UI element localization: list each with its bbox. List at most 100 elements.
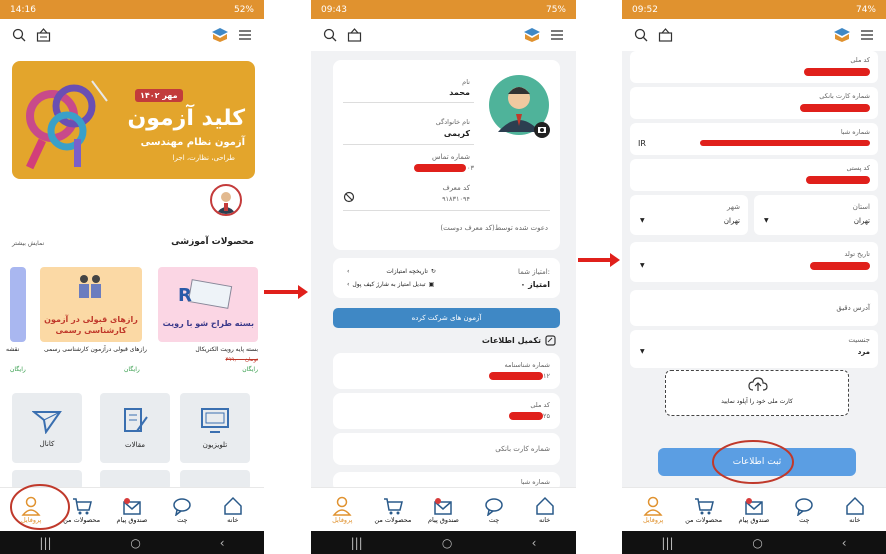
app-logo-icon: [212, 28, 228, 42]
product-card[interactable]: [10, 267, 26, 342]
nav-inbox[interactable]: صندوق پیام: [110, 496, 154, 524]
recents-icon[interactable]: |||: [661, 536, 673, 550]
menu-icon[interactable]: [238, 29, 252, 41]
status-bar: 09:52 74%: [622, 0, 886, 19]
redaction-icon: [804, 68, 870, 76]
nav-home[interactable]: خانه: [523, 496, 567, 524]
tile-label: مقالات: [124, 441, 145, 449]
cart-icon: [72, 497, 92, 514]
tv-icon: [201, 408, 229, 433]
national-code-field[interactable]: کد ملی ۲۵: [333, 393, 560, 429]
nav-home[interactable]: خانه: [833, 496, 877, 524]
keys-illustration-icon: [26, 80, 108, 170]
status-bar: 09:43 75%: [311, 0, 576, 19]
basket-icon[interactable]: [36, 28, 51, 42]
profile-highlight-circle-icon: [10, 484, 70, 530]
city-select[interactable]: شهر تهران ▼: [630, 195, 748, 235]
province-select[interactable]: استان تهران ▼: [754, 195, 878, 235]
nav-inbox[interactable]: صندوق پیام: [421, 496, 465, 524]
envelope-icon: [123, 497, 141, 515]
upload-id-card-area[interactable]: کارت ملی خود را آپلود نمایید: [665, 370, 849, 416]
top-bar: [311, 19, 576, 51]
cart-icon: [383, 497, 403, 514]
national-code-field[interactable]: کد ملی: [630, 51, 878, 83]
back-icon[interactable]: ‹: [220, 536, 225, 550]
nav-chat[interactable]: چت: [472, 496, 516, 524]
birth-date-select[interactable]: تاریخ تولد ▼: [630, 242, 878, 282]
basket-icon[interactable]: [347, 28, 362, 42]
menu-icon[interactable]: [550, 29, 564, 41]
chat-icon: [795, 497, 814, 516]
chevron-left-icon: ‹: [347, 281, 350, 288]
menu-icon[interactable]: [860, 29, 874, 41]
invited-by-field[interactable]: دعوت شده توسط(کد معرف دوست): [440, 224, 548, 232]
instructor-avatar[interactable]: [210, 184, 242, 216]
search-icon[interactable]: [634, 28, 648, 42]
points-value: ۰ امتیاز: [520, 280, 550, 289]
refresh-icon[interactable]: [343, 191, 355, 203]
nav-profile[interactable]: پروفایل: [320, 496, 364, 524]
back-icon[interactable]: ‹: [532, 536, 537, 550]
tile-label: تلویزیون: [202, 441, 228, 449]
nav-inbox[interactable]: صندوق پیام: [732, 496, 776, 524]
search-icon[interactable]: [323, 28, 337, 42]
nav-label: محصولات من: [374, 515, 412, 524]
redaction-icon: [800, 104, 870, 112]
product-name: نقشه: [6, 346, 20, 353]
first-name-value[interactable]: محمد: [449, 88, 470, 97]
home-circle-icon[interactable]: ○: [130, 536, 140, 550]
phone-value[interactable]: ۰۳: [414, 164, 474, 172]
nav-label: صندوق پیام: [428, 515, 459, 524]
home-circle-icon[interactable]: ○: [752, 536, 762, 550]
bank-card-field[interactable]: شماره کارت بانکی: [630, 87, 878, 119]
tile-channel[interactable]: کانال: [12, 393, 82, 463]
tile-tv[interactable]: تلویزیون: [180, 393, 250, 463]
camera-icon[interactable]: [534, 122, 550, 138]
product-price: رایگان: [124, 366, 140, 373]
search-icon[interactable]: [12, 28, 26, 42]
recents-icon[interactable]: |||: [39, 536, 51, 550]
cart-icon: [694, 497, 714, 514]
nav-profile[interactable]: پروفایل: [631, 496, 675, 524]
product-old-price: ۴۹۹,۰۰۰تومان: [225, 357, 258, 363]
postal-code-field[interactable]: کد پستی: [630, 159, 878, 191]
dropdown-arrow-icon: ▼: [640, 262, 645, 269]
banner-caption: طراحی، نظارت، اجرا: [172, 154, 235, 162]
top-bar: [0, 19, 264, 51]
bottom-nav: پروفایل محصولات من صندوق پیام چت خانه: [311, 487, 576, 531]
gender-select[interactable]: جنسیت مرد ▼: [630, 330, 878, 368]
basket-icon[interactable]: [658, 28, 673, 42]
section-title: محصولات آموزشی: [171, 237, 254, 247]
edit-document-icon: [545, 335, 556, 346]
nav-label: چت: [488, 515, 500, 524]
last-name-value[interactable]: کریمی: [444, 129, 470, 138]
referral-value: ۹۱۸۳۱۰۹۴: [442, 195, 470, 203]
address-field[interactable]: آدرس دقیق: [630, 290, 878, 326]
nav-home[interactable]: خانه: [211, 496, 255, 524]
dropdown-arrow-icon: ▼: [640, 348, 645, 355]
nav-chat[interactable]: چت: [160, 496, 204, 524]
tile-articles[interactable]: مقالات: [100, 393, 170, 463]
convert-points-link[interactable]: ‹ تبدیل امتیاز به شارژ کیف پول ▣: [347, 281, 434, 288]
show-more-link[interactable]: نمایش بیشتر: [12, 240, 44, 247]
status-battery: 52%: [233, 4, 254, 15]
points-label: امتیاز شما:: [517, 268, 550, 276]
sheba-field[interactable]: شماره شبا IR: [630, 123, 878, 155]
nav-chat[interactable]: چت: [782, 496, 826, 524]
product-card[interactable]: R بسته طراح شو با رویت: [158, 267, 258, 342]
exams-taken-button[interactable]: آزمون های شرکت کرده: [333, 308, 560, 328]
promo-banner[interactable]: مهر ۱۴۰۲ کلید آزمون آزمون نظام مهندسی طر…: [12, 61, 255, 179]
home-icon: [846, 496, 864, 515]
recents-icon[interactable]: |||: [351, 536, 363, 550]
back-icon[interactable]: ‹: [842, 536, 847, 550]
home-circle-icon[interactable]: ○: [442, 536, 452, 550]
app-logo-icon: [834, 28, 850, 42]
bank-card-field[interactable]: شماره کارت بانکی: [333, 433, 560, 465]
banner-title: کلید آزمون: [127, 106, 245, 131]
product-card[interactable]: رازهای قبولی در آزمون کارشناسی رسمی: [40, 267, 142, 342]
points-history-link[interactable]: ‹ تاریخچه امتیازات ↻: [347, 268, 436, 275]
national-id-field[interactable]: شماره شناسنامه ۱۲: [333, 353, 560, 389]
nav-my-products[interactable]: محصولات من: [682, 496, 726, 524]
screen-complete-info: 09:52 74% کد ملی شماره کارت بانکی شماره …: [622, 0, 886, 554]
nav-my-products[interactable]: محصولات من: [371, 496, 415, 524]
